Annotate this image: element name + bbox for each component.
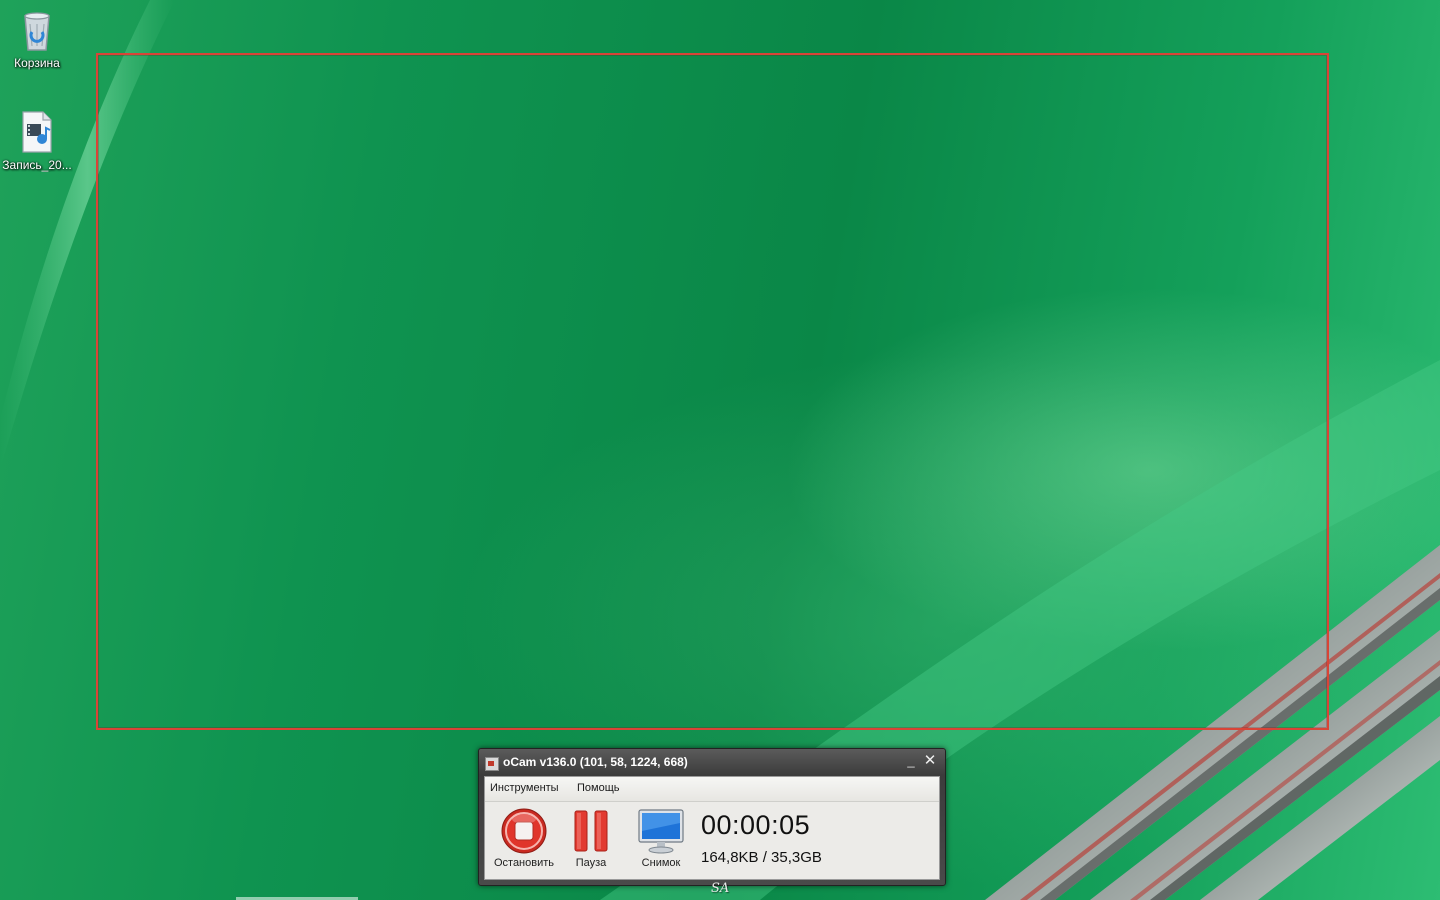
menu-tools[interactable]: Инструменты <box>490 782 559 794</box>
desktop-icon-recycle-bin[interactable]: Корзина <box>1 6 73 70</box>
ocam-window: oCam v136.0 (101, 58, 1224, 668) _ ✕ Инс… <box>478 748 946 886</box>
recording-size: 164,8KB / 35,3GB <box>701 849 822 866</box>
desktop-icon-label: Корзина <box>14 56 60 70</box>
desktop-icon-recording-file[interactable]: Запись_20... <box>1 108 73 172</box>
monitor-icon <box>638 809 684 854</box>
recording-timer: 00:00:05 <box>701 810 811 840</box>
ocam-app-icon <box>485 757 499 771</box>
menu-bar: Инструменты Помощь <box>485 777 939 802</box>
ocam-titlebar[interactable]: oCam v136.0 (101, 58, 1224, 668) _ ✕ <box>479 749 945 775</box>
menu-help[interactable]: Помощь <box>577 782 620 794</box>
watermark: SA <box>711 881 730 896</box>
recycle-bin-icon <box>24 12 50 51</box>
desktop: Корзина Запись_20... oCam v136.0 (101, 5… <box>0 0 1440 900</box>
video-file-icon <box>22 111 52 153</box>
pause-button-label: Пауза <box>575 857 607 869</box>
pause-icon <box>574 810 608 852</box>
desktop-icon-label: Запись_20... <box>2 158 72 172</box>
window-title: oCam v136.0 (101, 58, 1224, 668) <box>503 755 688 769</box>
ocam-body: Инструменты Помощь Остановить Пауза Сним… <box>484 776 940 880</box>
snapshot-button[interactable]: Снимок <box>629 807 693 869</box>
snapshot-button-label: Снимок <box>641 857 681 869</box>
pause-button[interactable]: Пауза <box>565 807 617 869</box>
stop-button-label: Остановить <box>493 857 555 869</box>
capture-region-frame[interactable] <box>96 53 1329 730</box>
stop-icon <box>501 808 547 854</box>
minimize-button[interactable]: _ <box>905 753 917 769</box>
close-button[interactable]: ✕ <box>923 753 937 769</box>
stop-button[interactable]: Остановить <box>491 807 557 869</box>
